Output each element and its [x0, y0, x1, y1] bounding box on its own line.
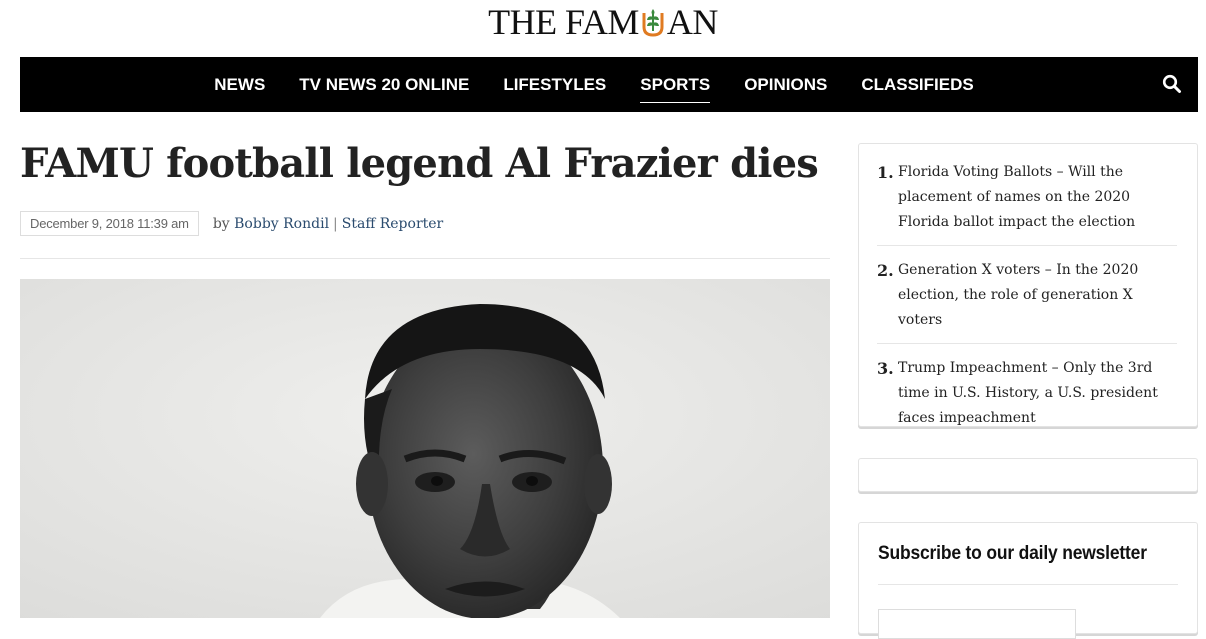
trending-item[interactable]: 3. Trump Impeachment – Only the 3rd time…: [877, 356, 1177, 441]
nav-item-lifestyles[interactable]: LIFESTYLES: [486, 73, 623, 97]
newsletter-email-input[interactable]: [878, 609, 1076, 639]
divider: [20, 258, 830, 259]
byline-prefix: by: [212, 215, 230, 232]
trending-number: 3.: [877, 359, 894, 378]
article-date: December 9, 2018 11:39 am: [20, 211, 199, 236]
trending-item[interactable]: 2. Generation X voters – In the 2020 ele…: [877, 258, 1177, 344]
nav-list: NEWS TV NEWS 20 ONLINE LIFESTYLES SPORTS…: [197, 73, 990, 103]
search-icon[interactable]: [1162, 74, 1182, 94]
trending-link[interactable]: Generation X voters – In the 2020 electi…: [898, 258, 1177, 333]
article-meta: December 9, 2018 11:39 am by Bobby Rondi…: [20, 211, 443, 236]
logo-text-left: THE FAM: [488, 2, 639, 42]
nav-item-sports[interactable]: SPORTS: [623, 73, 727, 103]
byline-separator: |: [333, 215, 338, 232]
newsletter-widget: Subscribe to our daily newsletter: [858, 522, 1198, 639]
empty-widget: [858, 458, 1198, 492]
trending-item[interactable]: 1. Florida Voting Ballots – Will the pla…: [877, 160, 1177, 246]
trending-widget: 1. Florida Voting Ballots – Will the pla…: [858, 143, 1198, 427]
nav-item-news[interactable]: NEWS: [197, 73, 282, 97]
byline: by Bobby Rondil | Staff Reporter: [213, 216, 443, 232]
masthead: THE FAM AN: [0, 0, 1206, 44]
main-navigation: NEWS TV NEWS 20 ONLINE LIFESTYLES SPORTS…: [20, 57, 1198, 112]
trending-list: 1. Florida Voting Ballots – Will the pla…: [859, 144, 1197, 441]
site-logo[interactable]: THE FAM AN: [488, 4, 718, 40]
trending-number: 2.: [877, 261, 894, 280]
article-headline: FAMU football legend Al Frazier dies: [20, 140, 819, 187]
portrait-photo: [20, 279, 830, 618]
newsletter-divider: [878, 584, 1178, 585]
nav-item-classifieds[interactable]: CLASSIFIEDS: [844, 73, 990, 97]
featured-image[interactable]: [20, 279, 830, 618]
newsletter-title: Subscribe to our daily newsletter: [878, 543, 1147, 564]
nav-item-opinions[interactable]: OPINIONS: [727, 73, 844, 97]
author-link[interactable]: Bobby Rondil: [234, 216, 329, 232]
author-role-link[interactable]: Staff Reporter: [342, 216, 443, 232]
trending-link[interactable]: Trump Impeachment – Only the 3rd time in…: [898, 356, 1177, 431]
logo-text-right: AN: [666, 2, 719, 42]
nav-item-tv-news-20-online[interactable]: TV NEWS 20 ONLINE: [282, 73, 486, 97]
trending-number: 1.: [877, 163, 894, 182]
trending-link[interactable]: Florida Voting Ballots – Will the placem…: [898, 160, 1177, 235]
famu-logo-mark-icon: [642, 9, 664, 37]
